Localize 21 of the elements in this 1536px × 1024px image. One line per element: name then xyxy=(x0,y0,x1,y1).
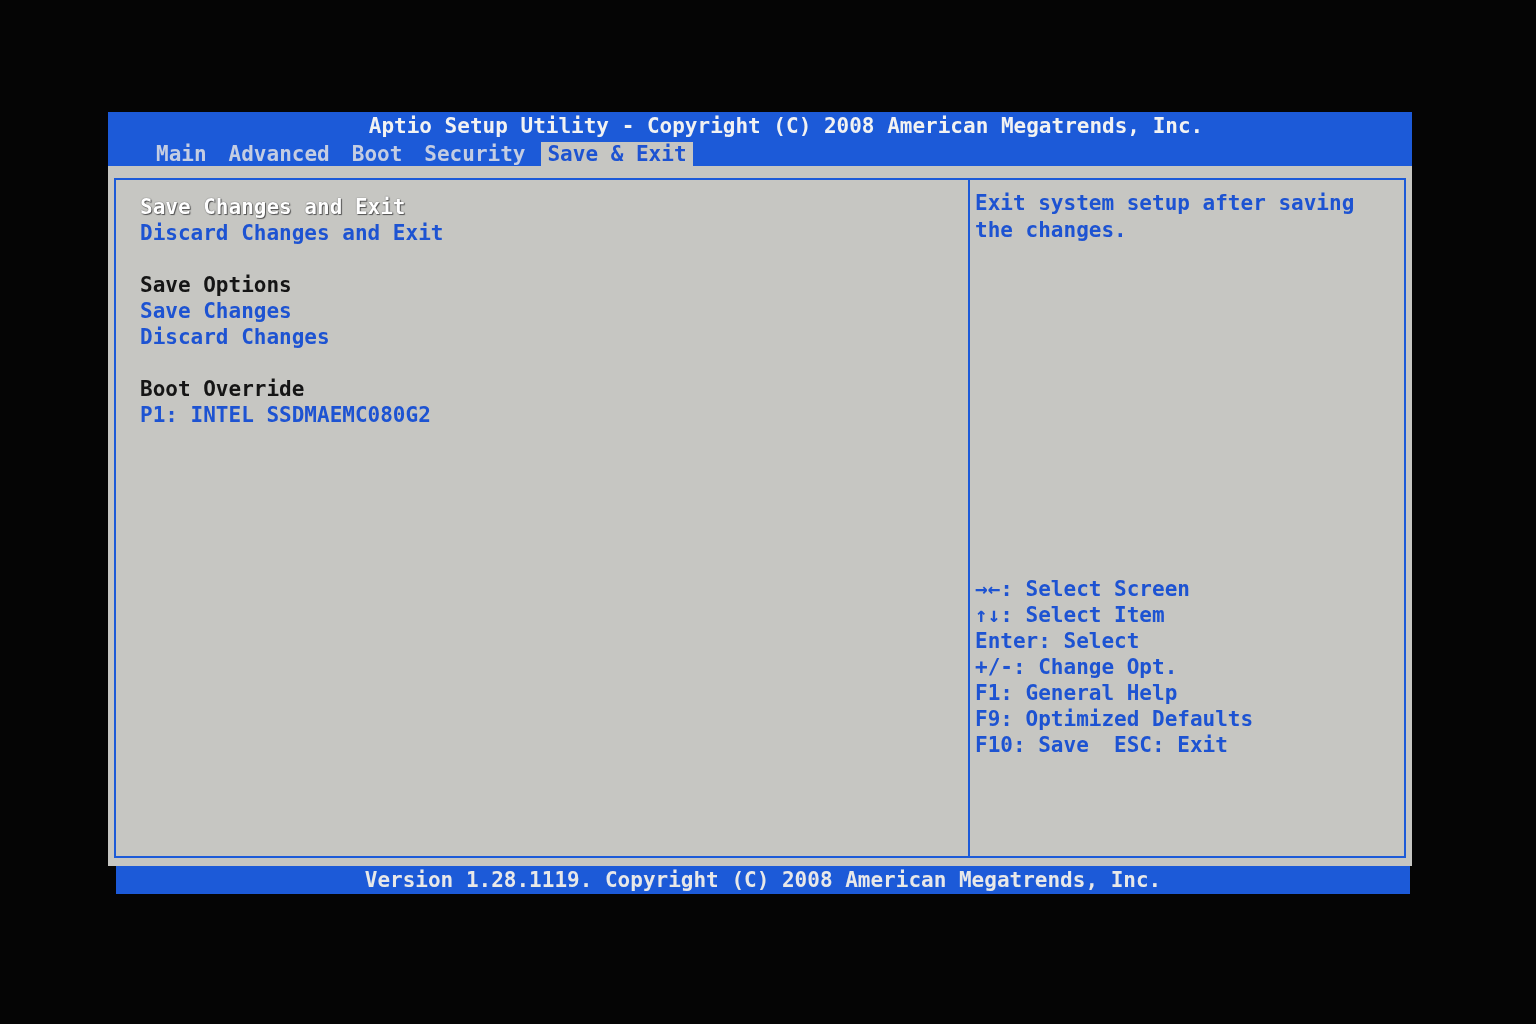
menu-tab[interactable]: Main xyxy=(150,142,213,166)
key-hint: F1: General Help xyxy=(975,680,1179,706)
menu-tab[interactable]: Security xyxy=(418,142,532,166)
version-text: Version 1.28.1119. Copyright (C) 2008 American Megatrends, Inc. xyxy=(364,868,1162,892)
key-hint: →←: Select Screen xyxy=(975,576,1191,602)
key-hint: +/-: Change Opt. xyxy=(975,654,1179,680)
menu-item[interactable]: Save Changes xyxy=(140,298,968,324)
menu-item[interactable]: Discard Changes and Exit xyxy=(140,220,968,246)
menu-tab[interactable]: Advanced xyxy=(222,142,336,166)
section-heading: Save Options xyxy=(140,272,293,298)
menu-tab[interactable]: Save & Exit xyxy=(541,142,693,166)
key-hint: F9: Optimized Defaults xyxy=(975,706,1255,732)
menu-item[interactable]: P1: INTEL SSDMAEMC080G2 xyxy=(140,402,968,428)
menu-tab[interactable]: Boot xyxy=(345,142,409,166)
key-hint: F10: Save ESC: Exit xyxy=(975,732,1229,758)
key-hint: Enter: Select xyxy=(975,628,1141,654)
section-heading: Boot Override xyxy=(140,376,306,402)
help-text: Exit system setup after saving the changes. xyxy=(975,190,1356,244)
key-hint: ↑↓: Select Item xyxy=(975,602,1166,628)
menu-item[interactable]: Discard Changes xyxy=(140,324,968,350)
window-title: Aptio Setup Utility - Copyright (C) 2008 American Megatrends, Inc. xyxy=(367,113,1205,140)
